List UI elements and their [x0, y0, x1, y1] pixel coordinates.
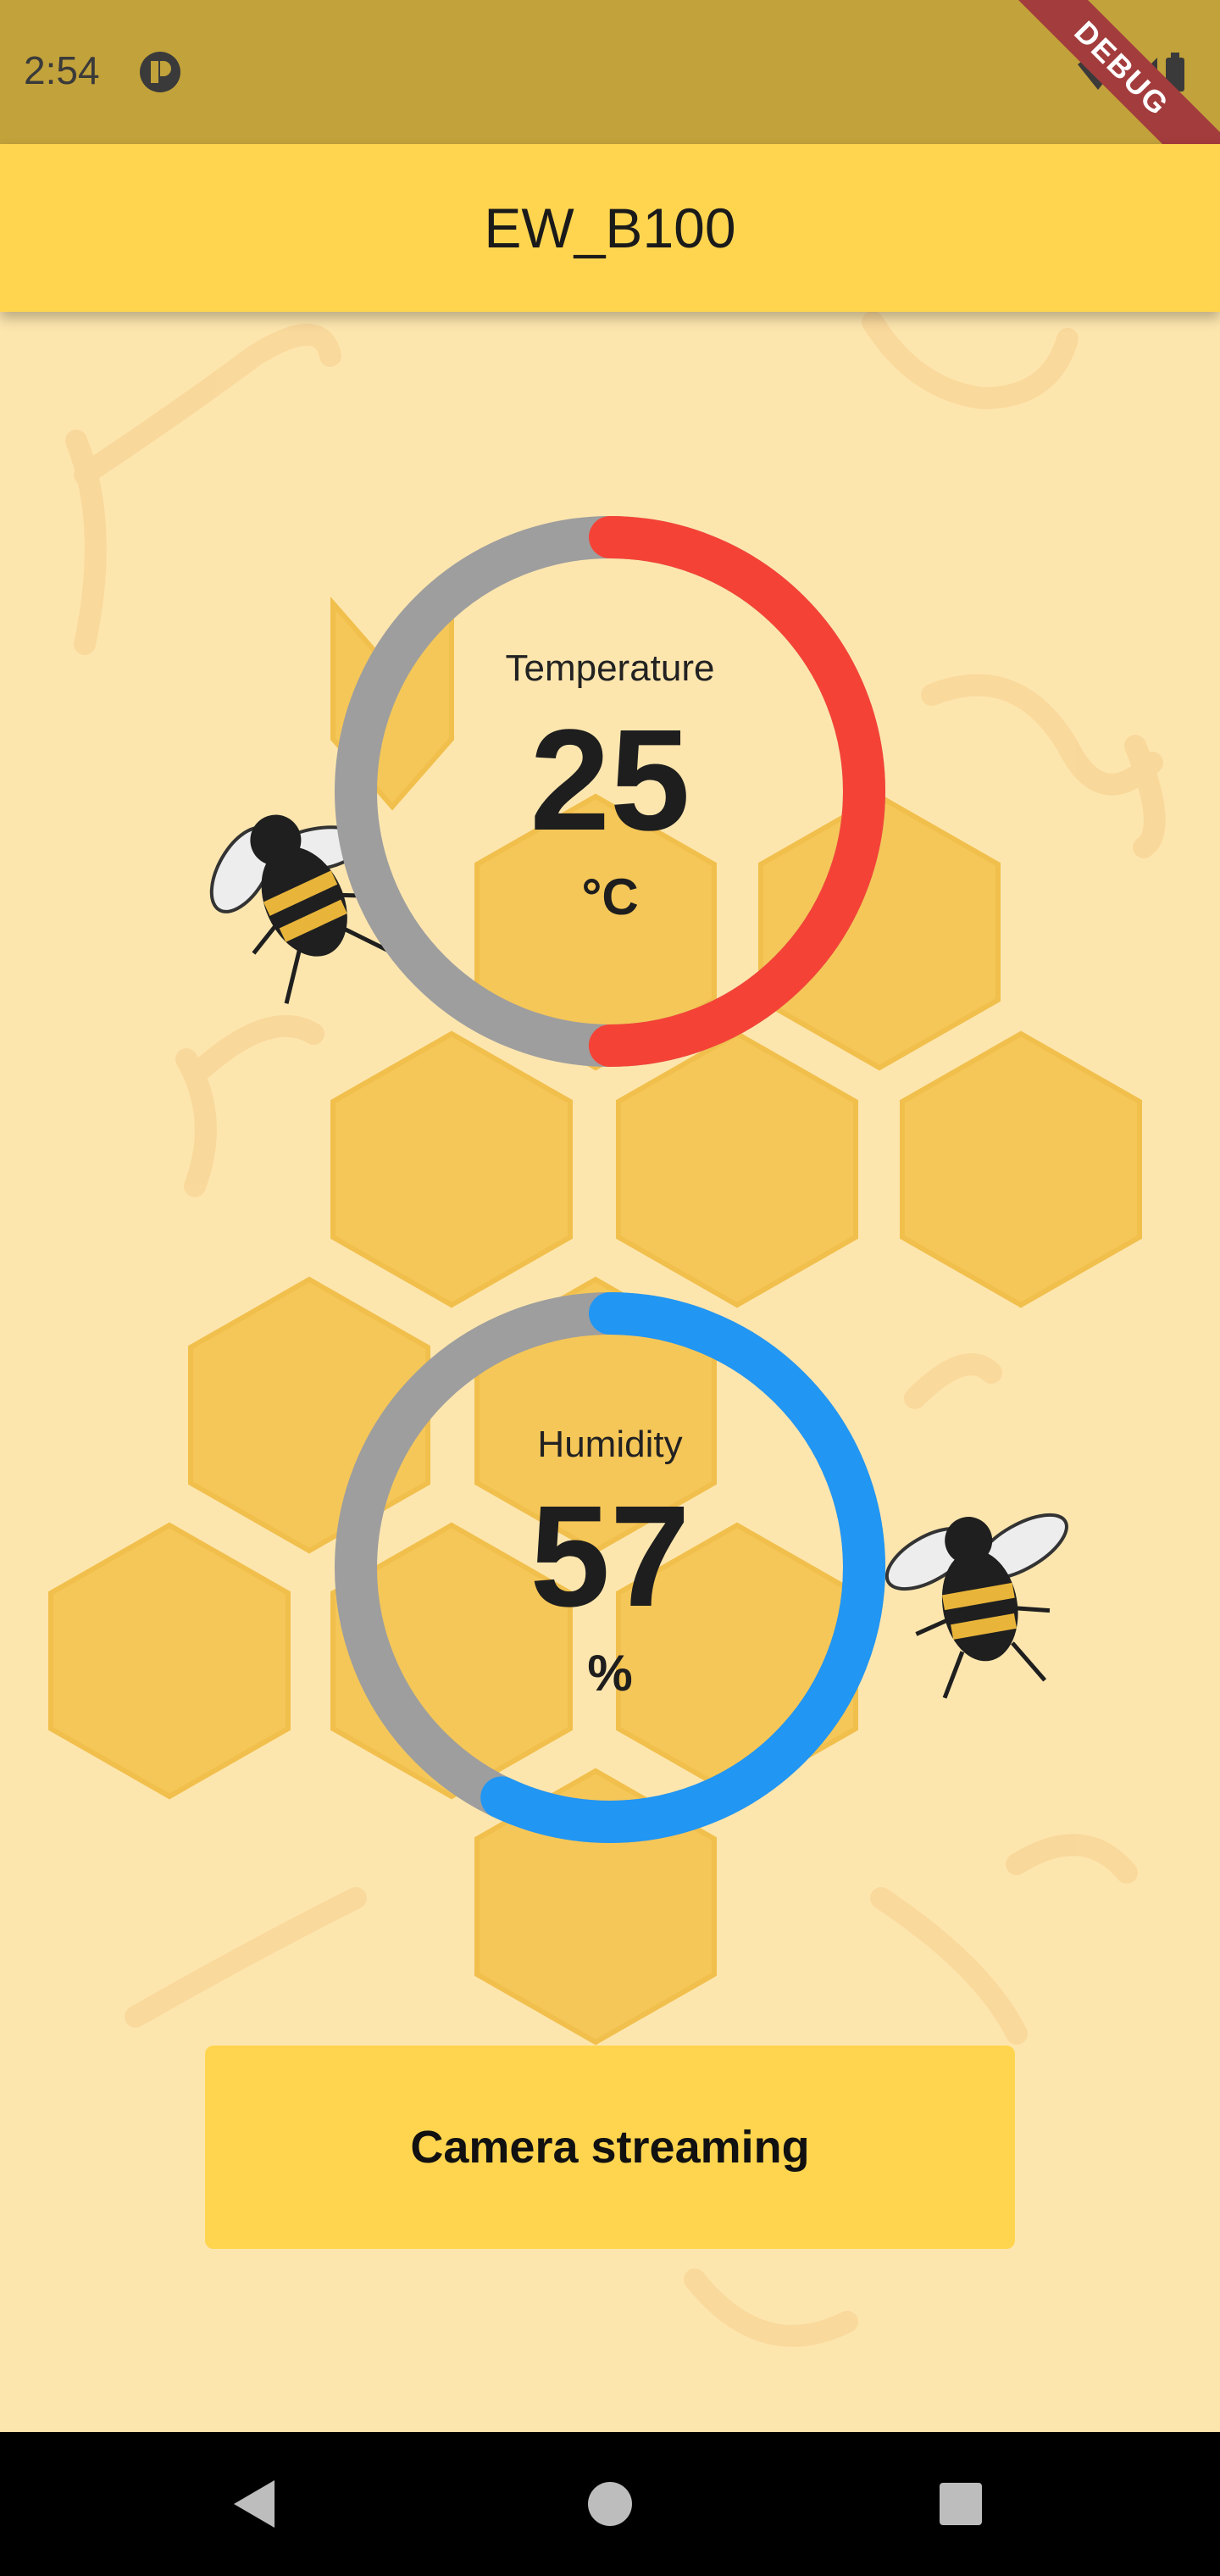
app-screen: 2:54 DEBUG EW_B100 Temperature 25 °C Hum…	[0, 0, 1220, 2576]
humidity-unit: %	[587, 1645, 633, 1702]
app-notification-icon	[140, 52, 180, 92]
humidity-value: 57	[530, 1476, 690, 1637]
nav-recents-button[interactable]	[893, 2432, 1029, 2576]
nav-home-button[interactable]	[542, 2432, 678, 2576]
nav-back-button[interactable]	[186, 2432, 322, 2576]
camera-streaming-button[interactable]: Camera streaming	[205, 2046, 1015, 2249]
back-icon	[234, 2480, 274, 2528]
recents-icon	[940, 2483, 982, 2525]
status-bar: 2:54	[0, 0, 1220, 144]
app-bar: EW_B100	[0, 144, 1220, 312]
temperature-gauge: Temperature 25 °C	[330, 512, 890, 1071]
app-title: EW_B100	[484, 197, 736, 259]
temperature-unit: °C	[581, 869, 639, 925]
bee-right-icon	[884, 1513, 1068, 1699]
status-time: 2:54	[24, 48, 100, 92]
humidity-label: Humidity	[537, 1424, 683, 1465]
home-icon	[588, 2482, 632, 2526]
navigation-bar	[0, 2432, 1220, 2576]
humidity-gauge: Humidity 57 %	[330, 1288, 890, 1847]
temperature-label: Temperature	[505, 647, 715, 689]
temperature-value: 25	[530, 700, 690, 861]
